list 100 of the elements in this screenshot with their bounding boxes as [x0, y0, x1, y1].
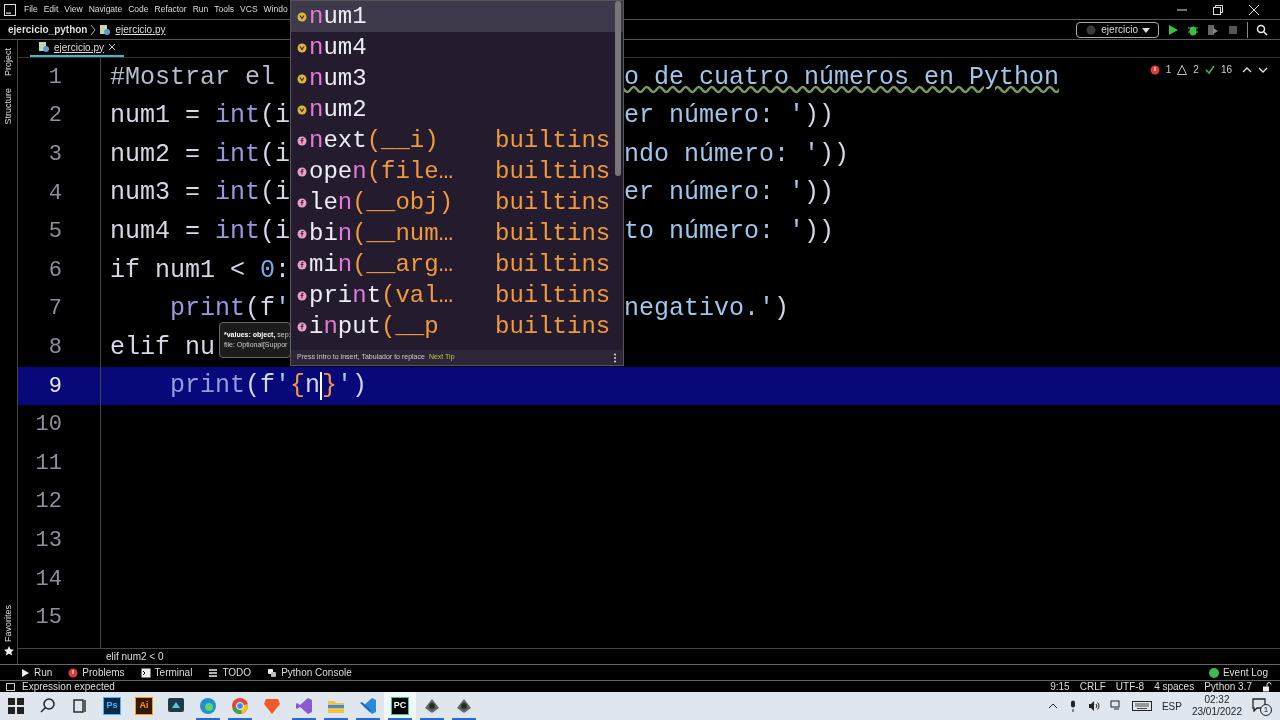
completion-item[interactable]: num3 [291, 63, 623, 94]
menu-item[interactable]: Edit [43, 3, 59, 16]
code-line: num1 = int(i [110, 100, 291, 133]
line-number: 3 [47, 141, 62, 169]
lock-icon[interactable] [1262, 681, 1272, 692]
completion-item[interactable]: input(__p builtins [291, 311, 623, 342]
search-icon[interactable] [1256, 23, 1268, 36]
code-line: ndo número: ')) [624, 138, 850, 171]
tool-window-button[interactable]: Python Console [267, 665, 352, 680]
restore-icon[interactable] [1212, 3, 1224, 16]
warning-icon [1177, 64, 1188, 75]
breadcrumb-project[interactable]: ejercicio_python [8, 22, 88, 37]
menu-item[interactable]: View [64, 3, 83, 16]
line-number: 11 [34, 449, 62, 478]
side-tool-tab[interactable]: Structure [1, 88, 16, 125]
menu-item[interactable]: Windo [263, 3, 288, 16]
taskbar-button[interactable]: PC [384, 692, 416, 720]
completion-item[interactable]: len(__obj) builtins [291, 187, 623, 218]
breadcrumb-file[interactable]: ejercicio.py [115, 22, 166, 37]
menu-item[interactable]: VCS [240, 3, 258, 16]
side-tool-tab[interactable]: Favorites [1, 605, 16, 642]
line-number: 14 [34, 565, 62, 594]
star-icon[interactable] [3, 646, 14, 656]
editor-tab[interactable]: ejercicio.py [30, 39, 125, 57]
python-file-icon [38, 41, 50, 53]
event-log-button[interactable]: Event Log [1208, 665, 1268, 680]
status-item[interactable]: UTF-8 [1115, 679, 1145, 694]
notification-count: 1 [1260, 704, 1272, 716]
status-message: Expression expected [22, 680, 115, 694]
line-number: 7 [47, 295, 62, 324]
line-number: 9 [47, 372, 62, 401]
illustrator-logo-icon: Ai [135, 697, 153, 715]
code-breadcrumb[interactable]: elif num2 < 0 [106, 649, 164, 664]
network-icon[interactable] [1109, 700, 1122, 712]
speaker-icon[interactable] [1087, 700, 1100, 712]
completion-item[interactable]: bin(__num… builtins [291, 218, 623, 249]
tool-window-button[interactable]: Run [20, 665, 53, 680]
list-icon [208, 667, 219, 678]
completion-item[interactable]: print(val… builtins [291, 280, 623, 311]
status-toggle-icon[interactable] [6, 681, 16, 692]
text-cursor [320, 371, 323, 400]
completion-item[interactable]: next(__i) builtins [291, 125, 623, 156]
taskbar-button[interactable]: Ps [96, 692, 128, 720]
variable-icon [297, 73, 307, 84]
variable-icon [297, 42, 307, 53]
code-line: num4 = int(i [110, 215, 291, 248]
completion-item[interactable]: min(__arg… builtins [291, 249, 623, 280]
notification-center-button[interactable]: 1 [1252, 696, 1272, 716]
completion-item[interactable]: num2 [291, 94, 623, 125]
close-icon[interactable] [108, 43, 117, 51]
function-icon [297, 135, 307, 146]
error-icon [1149, 64, 1160, 75]
run-config-dropdown[interactable]: ejercicio [1076, 21, 1159, 38]
language-indicator[interactable]: ESP [1161, 698, 1182, 714]
tool-window-button[interactable]: TODO [208, 665, 252, 680]
line-number: 4 [47, 179, 62, 208]
code-line: er número: ')) [624, 177, 835, 210]
status-item[interactable]: 4 spaces [1154, 679, 1195, 694]
run-icon[interactable] [1167, 23, 1179, 36]
function-icon [297, 228, 307, 239]
menu-item[interactable]: Navigate [88, 3, 123, 16]
stop-icon[interactable] [1227, 23, 1239, 36]
function-icon [297, 166, 307, 177]
status-item[interactable]: Python 3.7 [1204, 679, 1252, 694]
menu-item[interactable]: Refactor [154, 3, 187, 16]
menu-item[interactable]: Code [128, 3, 149, 16]
error-icon [68, 667, 79, 678]
line-number: 5 [47, 218, 62, 247]
line-number: 6 [47, 256, 62, 285]
tool-window-button[interactable]: Problems [68, 665, 125, 680]
side-tool-tab[interactable]: Project [1, 48, 16, 76]
function-icon [297, 290, 307, 301]
code-line: if num1 < 0: [110, 254, 291, 287]
inspection-count: 16 [1220, 63, 1232, 77]
completion-item[interactable]: num1 [291, 1, 623, 32]
completion-item[interactable]: num4 [291, 32, 623, 63]
menu-item[interactable]: Run [192, 3, 209, 16]
run-config-name: ejercicio [1101, 23, 1138, 37]
line-number: 8 [47, 333, 62, 362]
code-line: to número: ')) [624, 215, 835, 248]
menu-item[interactable]: Tools [214, 3, 235, 16]
status-item[interactable]: CRLF [1079, 679, 1106, 694]
chevron-up-icon[interactable] [1047, 701, 1058, 711]
variable-icon [297, 104, 307, 115]
completion-item[interactable]: open(file… builtins [291, 156, 623, 187]
line-number: 1 [47, 63, 62, 92]
menu-item[interactable]: File [24, 3, 38, 16]
keyboard-icon[interactable] [1131, 700, 1152, 712]
line-number: 15 [34, 604, 62, 633]
code-line: elif nu [110, 331, 216, 364]
clock[interactable]: 02:32 23/01/2022 [1191, 694, 1242, 718]
function-icon [297, 259, 307, 270]
close-icon[interactable] [1248, 3, 1260, 16]
inspection-count: 1 [1165, 63, 1172, 77]
more-options-icon[interactable] [613, 352, 617, 363]
tool-window-button[interactable]: Terminal [140, 665, 193, 680]
windows-logo-icon [6, 696, 26, 716]
status-item[interactable]: 9:15 [1050, 679, 1070, 694]
taskbar-button[interactable]: Ai [128, 692, 160, 720]
popup-scrollbar[interactable] [615, 1, 621, 176]
